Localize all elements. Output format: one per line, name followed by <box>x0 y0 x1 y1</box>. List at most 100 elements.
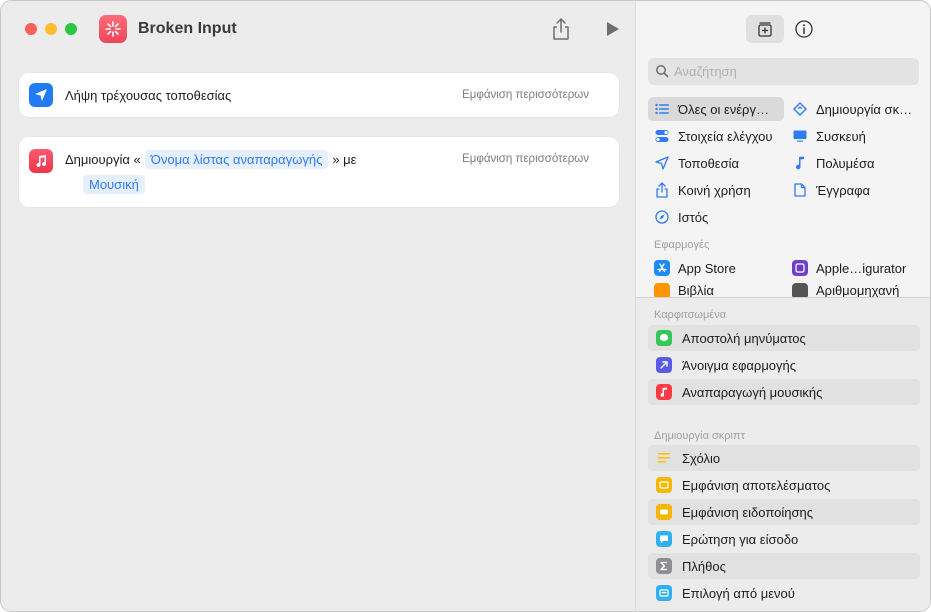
music-note-icon <box>656 384 672 400</box>
category-label: Κοινή χρήση <box>678 182 751 198</box>
category-media[interactable]: Πολυμέσα <box>792 151 920 175</box>
category-web[interactable]: Ιστός <box>654 205 790 229</box>
search-field[interactable] <box>648 58 919 85</box>
editor-pane: Broken Input Λήψη τρέχουσας τοποθεσίας Ε… <box>1 1 635 611</box>
category-all-actions[interactable]: Όλες οι ενέργ… <box>648 97 784 121</box>
app-apple-configurator[interactable]: Apple…igurator <box>792 256 920 280</box>
category-sharing[interactable]: Κοινή χρήση <box>654 178 790 202</box>
action-label: Εμφάνιση ειδοποίησης <box>682 504 813 520</box>
app-label: Βιβλία <box>678 283 714 297</box>
action-choose-from-menu[interactable]: Επιλογή από μενού <box>648 580 920 606</box>
zoom-window-button[interactable] <box>65 23 77 35</box>
pinned-section-label: Καρφιτσωμένα <box>654 309 727 321</box>
category-label: Συσκευή <box>816 128 866 144</box>
shortcuts-window: Broken Input Λήψη τρέχουσας τοποθεσίας Ε… <box>0 0 931 612</box>
category-location[interactable]: Τοποθεσία <box>654 151 790 175</box>
location-icon <box>654 155 670 171</box>
category-device[interactable]: Συσκευή <box>792 124 920 148</box>
category-label: Πολυμέσα <box>816 155 875 171</box>
script-icon <box>792 101 808 117</box>
books-icon <box>654 283 670 297</box>
search-input[interactable] <box>674 58 909 85</box>
category-documents[interactable]: Έγγραφα <box>792 178 920 202</box>
music-note-icon <box>792 155 808 171</box>
compass-icon <box>654 209 670 225</box>
document-icon <box>792 182 808 198</box>
toggle-icon <box>654 128 670 144</box>
action-sentence-line2: Μουσική <box>83 175 145 194</box>
message-bubble-icon <box>656 330 672 346</box>
action-label: Επιλογή από μενού <box>682 585 795 601</box>
show-more-link[interactable]: Εμφάνιση περισσότερων <box>462 89 589 101</box>
scripting-section-label: Δημιουργία σκριπτ <box>654 430 745 442</box>
action-library-pane: Όλες οι ενέργ… Δημιουργία σκ… Στοιχεία ε… <box>635 1 930 611</box>
app-store-icon <box>654 260 670 276</box>
apple-configurator-icon <box>792 260 808 276</box>
app-label: App Store <box>678 260 736 276</box>
shortcut-title[interactable]: Broken Input <box>138 20 237 38</box>
display-icon <box>792 128 808 144</box>
action-show-result[interactable]: Εμφάνιση αποτελέσματος <box>648 472 920 498</box>
app-label: Apple…igurator <box>816 260 907 276</box>
category-label: Τοποθεσία <box>678 155 740 171</box>
result-icon <box>656 477 672 493</box>
comment-lines-icon <box>656 450 672 466</box>
category-label: Ιστός <box>678 209 709 225</box>
category-scripting[interactable]: Δημιουργία σκ… <box>792 97 920 121</box>
share-icon[interactable] <box>551 17 571 41</box>
show-more-link[interactable]: Εμφάνιση περισσότερων <box>462 153 589 165</box>
open-arrow-icon <box>656 357 672 373</box>
action-label: Πλήθος <box>682 558 726 574</box>
action-title: Λήψη τρέχουσας τοποθεσίας <box>65 88 232 103</box>
menu-icon <box>656 585 672 601</box>
action-ask-for-input[interactable]: Ερώτηση για είσοδο <box>648 526 920 552</box>
input-bubble-icon <box>656 531 672 547</box>
category-controls[interactable]: Στοιχεία ελέγχου <box>654 124 790 148</box>
action-label: Ερώτηση για είσοδο <box>682 531 799 547</box>
action-card-get-location[interactable]: Λήψη τρέχουσας τοποθεσίας Εμφάνιση περισ… <box>19 73 619 117</box>
minimize-window-button[interactable] <box>45 23 57 35</box>
music-token[interactable]: Μουσική <box>83 175 145 194</box>
alert-icon <box>656 504 672 520</box>
action-play-music[interactable]: Αναπαραγωγή μουσικής <box>648 379 920 405</box>
titlebar: Broken Input <box>1 1 635 57</box>
list-icon <box>654 101 670 117</box>
action-card-create-playlist[interactable]: Δημιουργία « Όνομα λίστας αναπαραγωγής »… <box>19 137 619 207</box>
suggestions-list: Καρφιτσωμένα Αποστολή μηνύματος Άνοιγμα … <box>636 298 930 611</box>
library-toggle-button[interactable] <box>746 15 784 43</box>
sigma-icon <box>656 558 672 574</box>
close-window-button[interactable] <box>25 23 37 35</box>
action-comment[interactable]: Σχόλιο <box>648 445 920 471</box>
action-label: Εμφάνιση αποτελέσματος <box>682 477 831 493</box>
app-label: Αριθμομηχανή <box>816 283 900 297</box>
action-count[interactable]: Πλήθος <box>648 553 920 579</box>
calculator-icon <box>792 283 808 297</box>
music-app-icon <box>29 149 53 173</box>
playlist-name-token[interactable]: Όνομα λίστας αναπαραγωγής <box>144 150 329 169</box>
action-show-alert[interactable]: Εμφάνιση ειδοποίησης <box>648 499 920 525</box>
action-open-app[interactable]: Άνοιγμα εφαρμογής <box>648 352 920 378</box>
play-icon[interactable] <box>605 21 621 37</box>
category-label: Έγγραφα <box>816 182 871 198</box>
action-middle-text: » με <box>332 152 357 167</box>
action-sentence: Δημιουργία « Όνομα λίστας αναπαραγωγής »… <box>65 150 356 169</box>
category-label: Δημιουργία σκ… <box>816 101 913 117</box>
action-label: Σχόλιο <box>682 450 721 466</box>
share-icon <box>654 182 670 198</box>
action-send-message[interactable]: Αποστολή μηνύματος <box>648 325 920 351</box>
search-icon <box>655 64 669 78</box>
apps-section-label: Εφαρμογές <box>654 239 710 251</box>
app-calculator[interactable]: Αριθμομηχανή <box>792 283 920 297</box>
location-arrow-icon <box>29 83 53 107</box>
info-icon[interactable] <box>794 19 814 39</box>
action-label: Αποστολή μηνύματος <box>682 330 806 346</box>
app-books[interactable]: Βιβλία <box>654 283 790 297</box>
shortcut-icon[interactable] <box>99 15 127 43</box>
action-label: Άνοιγμα εφαρμογής <box>682 357 797 373</box>
add-library-icon <box>758 22 772 37</box>
category-label: Όλες οι ενέργ… <box>678 101 769 117</box>
app-app-store[interactable]: App Store <box>654 256 790 280</box>
action-prefix-text: Δημιουργία « <box>65 152 141 167</box>
category-label: Στοιχεία ελέγχου <box>678 128 773 144</box>
action-label: Αναπαραγωγή μουσικής <box>682 384 823 400</box>
